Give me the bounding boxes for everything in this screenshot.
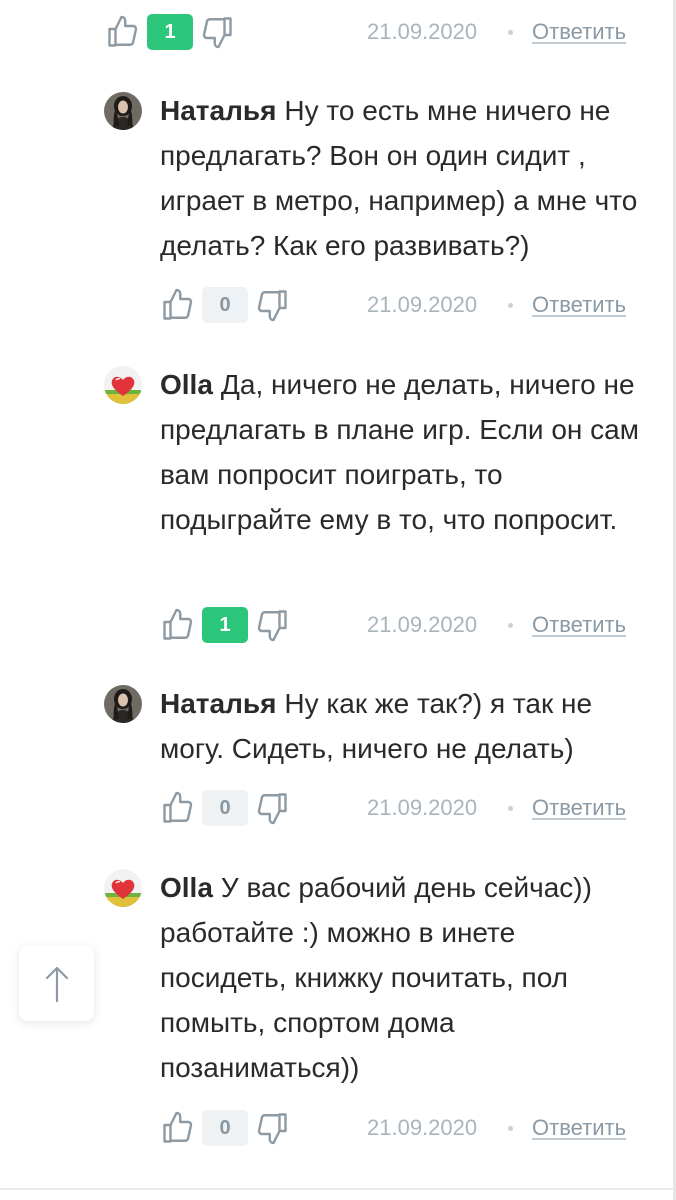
dislike-button[interactable] (252, 788, 292, 828)
scroll-to-top-button[interactable] (19, 946, 94, 1021)
comment-date: 21.09.2020 (367, 292, 478, 317)
reply-link[interactable]: Ответить (532, 612, 626, 638)
rating-badge: 0 (202, 1110, 248, 1146)
meta-separator (508, 623, 513, 628)
heart-avatar-icon (104, 366, 142, 404)
like-button[interactable] (103, 12, 143, 52)
comment-actions: 0 (158, 1108, 292, 1148)
like-button[interactable] (158, 285, 198, 325)
comment-author[interactable]: Olla (160, 369, 213, 400)
bottom-divider (0, 1188, 676, 1190)
comment-date: 21.09.2020 (367, 795, 478, 820)
thumbs-down-icon (202, 17, 232, 49)
comment-date: 21.09.2020 (367, 612, 478, 637)
comment-date: 21.09.2020 (367, 1115, 478, 1140)
thumbs-down-icon (257, 1113, 287, 1145)
avatar[interactable] (104, 92, 142, 130)
rating-badge: 0 (202, 790, 248, 826)
dislike-button[interactable] (197, 12, 237, 52)
user-avatar-photo-icon (104, 92, 142, 130)
rating-badge: 1 (202, 607, 248, 643)
user-avatar-photo-icon (104, 685, 142, 723)
avatar[interactable] (104, 685, 142, 723)
thumbs-up-icon (108, 15, 138, 47)
dislike-button[interactable] (252, 285, 292, 325)
comment-author[interactable]: Наталья (160, 688, 276, 719)
dislike-button[interactable] (252, 605, 292, 645)
reply-link[interactable]: Ответить (532, 19, 626, 45)
meta-separator (508, 1126, 513, 1131)
comment-body: Olla Да, ничего не делать, ничего не пред… (160, 362, 640, 542)
avatar[interactable] (104, 366, 142, 404)
thumbs-up-icon (163, 1111, 193, 1143)
comment-actions: 1 (158, 605, 292, 645)
thumbs-up-icon (163, 608, 193, 640)
comment-author[interactable]: Наталья (160, 95, 276, 126)
like-button[interactable] (158, 605, 198, 645)
thumbs-down-icon (257, 290, 287, 322)
thumbs-up-icon (163, 288, 193, 320)
avatar[interactable] (104, 869, 142, 907)
comment-body: Olla У вас рабочий день сейчас)) работайт… (160, 865, 640, 1090)
comment-date: 21.09.2020 (367, 19, 478, 44)
reply-link[interactable]: Ответить (532, 1115, 626, 1141)
reply-link[interactable]: Ответить (532, 795, 626, 821)
reply-link[interactable]: Ответить (532, 292, 626, 318)
meta-separator (508, 303, 513, 308)
meta-separator (508, 30, 513, 35)
comment-actions: 1 (103, 12, 237, 52)
arrow-up-icon (45, 966, 68, 1002)
dislike-button[interactable] (252, 1108, 292, 1148)
like-button[interactable] (158, 788, 198, 828)
thumbs-up-icon (163, 791, 193, 823)
comment-body: Наталья Ну как же так?) я так не могу. Си… (160, 681, 640, 771)
comment-author[interactable]: Olla (160, 872, 213, 903)
heart-avatar-icon (104, 869, 142, 907)
comment-text: Да, ничего не делать, ничего не предлага… (160, 369, 639, 535)
rating-badge: 1 (147, 14, 193, 50)
like-button[interactable] (158, 1108, 198, 1148)
thumbs-down-icon (257, 793, 287, 825)
comment-body: Наталья Ну то есть мне ничего не предлага… (160, 88, 640, 268)
comment-actions: 0 (158, 788, 292, 828)
comment-actions: 0 (158, 285, 292, 325)
thumbs-down-icon (257, 610, 287, 642)
meta-separator (508, 806, 513, 811)
rating-badge: 0 (202, 287, 248, 323)
comment-text: У вас рабочий день сейчас)) работайте :)… (160, 872, 592, 1083)
